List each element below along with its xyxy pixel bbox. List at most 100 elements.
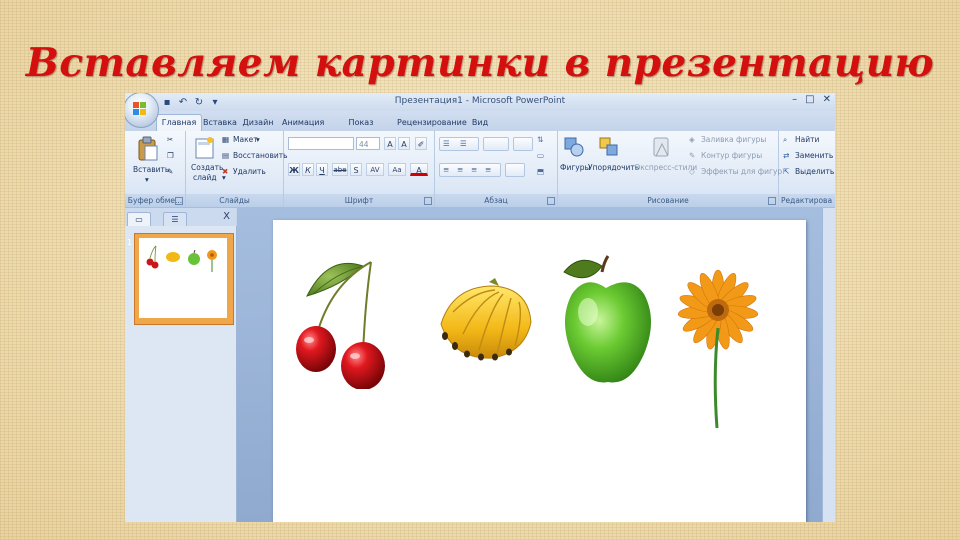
slide-thumbnail[interactable] bbox=[134, 233, 234, 325]
slides-pane: 1 bbox=[125, 226, 237, 522]
title-bar: ▪ ↶ ↻ ▾ Презентация1 - Microsoft PowerPo… bbox=[125, 93, 835, 111]
italic-button[interactable]: К bbox=[302, 163, 314, 176]
smartart-icon[interactable]: ⬒ bbox=[537, 167, 544, 176]
group-paragraph: ☰ ☰ ⇅ ▭ ⬒ ≡ ≡ ≡ ≡ Абзац bbox=[435, 131, 558, 207]
cherries-image[interactable] bbox=[293, 254, 393, 389]
alignment-buttons[interactable]: ≡ ≡ ≡ ≡ bbox=[439, 163, 501, 177]
columns-button[interactable] bbox=[505, 163, 525, 177]
shadow-button[interactable]: S bbox=[350, 163, 362, 176]
select-icon[interactable]: ⇱ bbox=[783, 167, 789, 176]
list-buttons[interactable]: ☰ ☰ bbox=[439, 137, 479, 151]
clear-formatting-icon[interactable]: ✐ bbox=[415, 137, 427, 150]
shape-outline-label[interactable]: Контур фигуры bbox=[701, 151, 762, 160]
shrink-font-icon[interactable]: A bbox=[398, 137, 410, 150]
shape-effects-icon[interactable]: ◇ bbox=[689, 167, 695, 176]
char-spacing-button[interactable]: AV bbox=[366, 163, 384, 176]
powerpoint-screenshot: ▪ ↶ ↻ ▾ Презентация1 - Microsoft PowerPo… bbox=[125, 93, 835, 522]
shape-fill-icon[interactable]: ◈ bbox=[689, 135, 695, 144]
tab-home[interactable]: Главная bbox=[156, 114, 202, 131]
font-color-button[interactable]: A bbox=[410, 163, 428, 176]
arrange-icon[interactable] bbox=[598, 136, 620, 158]
layout-dropdown-icon[interactable]: ▾ bbox=[256, 135, 260, 144]
vertical-scrollbar[interactable] bbox=[822, 208, 835, 522]
maximize-button[interactable]: □ bbox=[805, 94, 814, 105]
group-clipboard: Вставить ▾ ✂ ❐ ✎ Буфер обме... bbox=[125, 131, 186, 207]
cut-icon[interactable]: ✂ bbox=[167, 135, 173, 144]
minimize-button[interactable]: – bbox=[792, 94, 797, 105]
numbering-icon[interactable]: ☰ bbox=[460, 139, 467, 148]
font-name-input[interactable] bbox=[288, 137, 354, 150]
shapes-icon[interactable] bbox=[563, 136, 585, 158]
justify-icon[interactable]: ≡ bbox=[485, 165, 491, 174]
bold-button[interactable]: Ж bbox=[288, 163, 300, 176]
slide-editing-area bbox=[237, 208, 835, 522]
arrange-label[interactable]: Упорядочить bbox=[588, 163, 639, 172]
tab-animation[interactable]: Анимация bbox=[282, 115, 324, 131]
align-center-icon[interactable]: ≡ bbox=[457, 165, 463, 174]
slide-canvas[interactable] bbox=[273, 220, 806, 522]
reset-icon[interactable]: ▤ bbox=[222, 151, 229, 160]
layout-icon[interactable]: ▦ bbox=[222, 135, 229, 144]
find-label[interactable]: Найти bbox=[795, 135, 819, 144]
paste-icon[interactable] bbox=[137, 136, 159, 162]
quick-styles-icon[interactable] bbox=[650, 136, 672, 160]
format-painter-icon[interactable]: ✎ bbox=[167, 167, 173, 176]
reset-label[interactable]: Восстановить bbox=[233, 151, 288, 160]
tab-review[interactable]: Рецензирование bbox=[397, 115, 467, 131]
tab-design[interactable]: Дизайн bbox=[241, 115, 275, 131]
group-label-drawing: Рисование bbox=[558, 194, 778, 207]
strikethrough-button[interactable]: abe bbox=[332, 163, 348, 176]
drawing-launcher-icon[interactable] bbox=[768, 197, 776, 205]
paste-dropdown-icon[interactable]: ▾ bbox=[145, 175, 149, 184]
replace-icon[interactable]: ⇄ bbox=[783, 151, 789, 160]
slide-title: Вставляем картинки в презентацию bbox=[25, 40, 935, 86]
align-text-icon[interactable]: ▭ bbox=[537, 151, 544, 160]
text-direction-icon[interactable]: ⇅ bbox=[537, 135, 543, 144]
find-icon[interactable]: ⌕ bbox=[783, 135, 787, 145]
paragraph-launcher-icon[interactable] bbox=[547, 197, 555, 205]
select-label[interactable]: Выделить bbox=[795, 167, 834, 176]
paste-label[interactable]: Вставить bbox=[133, 165, 169, 174]
slides-tab[interactable]: ▭ bbox=[127, 212, 151, 226]
align-left-icon[interactable]: ≡ bbox=[443, 165, 449, 174]
replace-label[interactable]: Заменить bbox=[795, 151, 833, 160]
bananas-image[interactable] bbox=[433, 274, 535, 362]
new-slide-label-2[interactable]: слайд bbox=[193, 173, 217, 182]
change-case-button[interactable]: Aa bbox=[388, 163, 406, 176]
shapes-label[interactable]: Фигуры bbox=[560, 163, 590, 172]
shape-outline-icon[interactable]: ✎ bbox=[689, 151, 695, 160]
outline-tab[interactable]: ☰ bbox=[163, 212, 187, 226]
pane-tabs: ▭ ☰ X bbox=[125, 208, 236, 226]
close-button[interactable]: ✕ bbox=[823, 94, 831, 105]
font-launcher-icon[interactable] bbox=[424, 197, 432, 205]
bullets-icon[interactable]: ☰ bbox=[443, 139, 450, 148]
new-slide-label-1[interactable]: Создать bbox=[191, 163, 223, 172]
underline-button[interactable]: Ч bbox=[316, 163, 328, 176]
close-pane-button[interactable]: X bbox=[223, 211, 230, 222]
layout-label[interactable]: Макет bbox=[233, 135, 258, 144]
group-slides: Создать слайд ▾ ▦ Макет ▾ ▤ Восстановить… bbox=[186, 131, 288, 207]
window-title: Презентация1 - Microsoft PowerPoint bbox=[394, 96, 566, 106]
shape-effects-label[interactable]: Эффекты для фигур bbox=[701, 167, 782, 176]
font-size-input[interactable]: 44 bbox=[356, 137, 380, 150]
tab-insert[interactable]: Вставка bbox=[203, 115, 237, 131]
line-spacing-button[interactable] bbox=[513, 137, 533, 151]
align-right-icon[interactable]: ≡ bbox=[471, 165, 477, 174]
flower-image[interactable] bbox=[673, 264, 763, 434]
tab-view[interactable]: Вид bbox=[471, 115, 489, 131]
group-drawing: Фигуры Упорядочить Экспресс-стили ◈ Зали… bbox=[558, 131, 782, 207]
group-label-slides: Слайды bbox=[186, 194, 283, 207]
slide-number: 1 bbox=[127, 238, 133, 247]
indent-buttons[interactable] bbox=[483, 137, 509, 151]
quick-styles-label[interactable]: Экспресс-стили bbox=[635, 163, 697, 172]
shape-fill-label[interactable]: Заливка фигуры bbox=[701, 135, 766, 144]
tab-slideshow[interactable]: Показ слайдов bbox=[331, 115, 391, 143]
delete-label[interactable]: Удалить bbox=[233, 167, 266, 176]
ribbon: Вставить ▾ ✂ ❐ ✎ Буфер обме... Создать с… bbox=[125, 131, 835, 208]
grow-font-icon[interactable]: A bbox=[384, 137, 396, 150]
clipboard-launcher-icon[interactable] bbox=[175, 197, 183, 205]
new-slide-icon[interactable] bbox=[194, 136, 216, 160]
copy-icon[interactable]: ❐ bbox=[167, 151, 174, 160]
delete-icon[interactable]: ✖ bbox=[222, 167, 228, 176]
apple-image[interactable] bbox=[558, 250, 663, 390]
